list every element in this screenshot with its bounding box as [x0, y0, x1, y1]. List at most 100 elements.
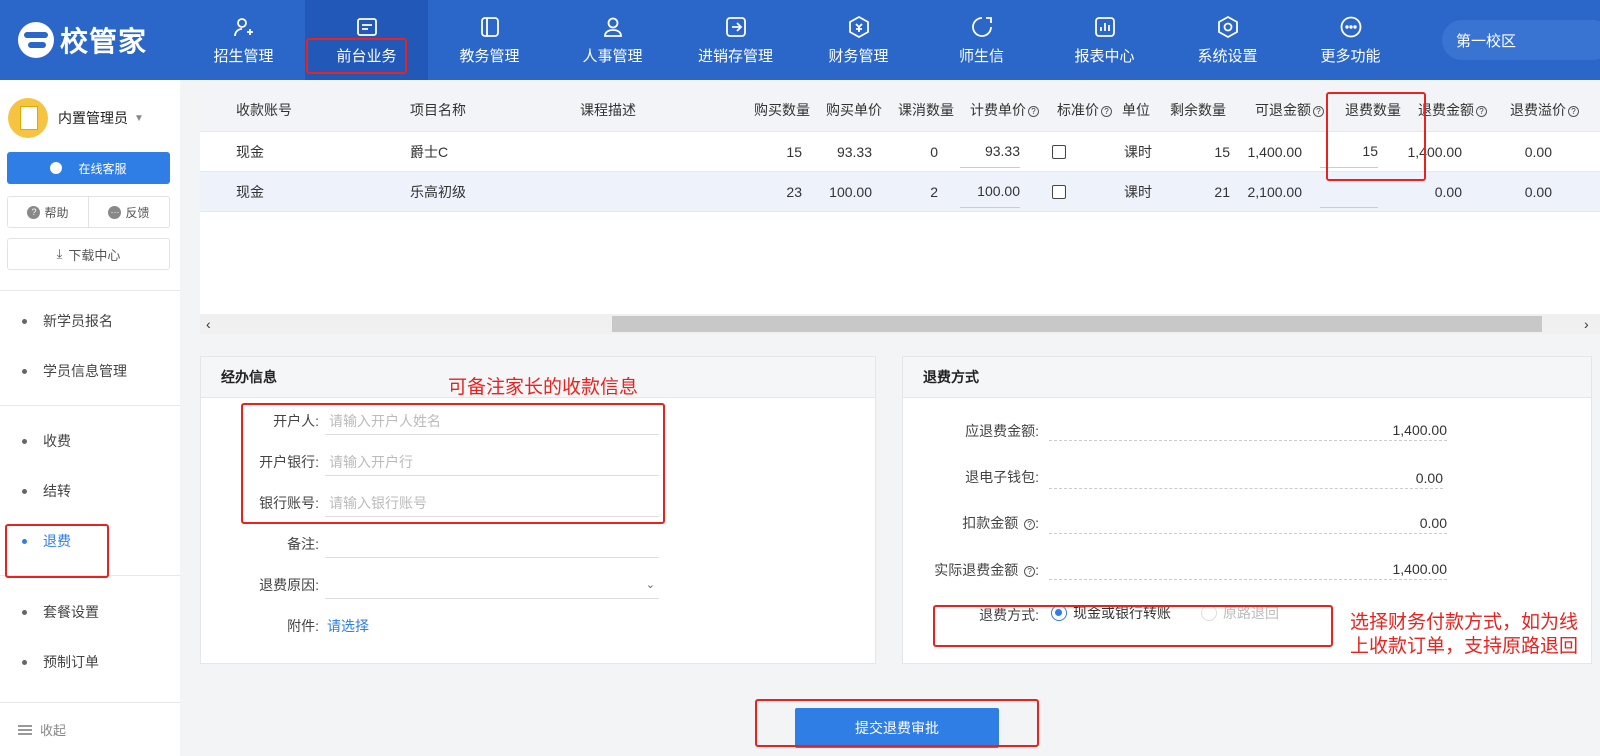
col-header: 单位	[1122, 102, 1150, 118]
sidebar-item-transfer[interactable]: 结转	[0, 466, 180, 516]
wallet-refund-label: 退电子钱包:	[965, 469, 1039, 485]
sidebar-item-charge[interactable]: 收费	[0, 416, 180, 466]
nav-item-reports[interactable]: 报表中心	[1043, 0, 1166, 80]
col-header-label: 计费单价	[970, 102, 1026, 118]
cell-premium: 0.00	[1524, 144, 1552, 160]
sidebar-item-new-student[interactable]: 新学员报名	[0, 296, 180, 346]
col-header-with-help: 计费单价?	[970, 88, 1039, 132]
help-icon[interactable]: ?	[1024, 566, 1036, 577]
cell-used-qty: 2	[930, 184, 938, 200]
panel-title: 退费方式	[903, 357, 1591, 398]
logo-icon	[18, 22, 54, 58]
nav-label: 进销存管理	[697, 47, 773, 65]
actual-refund-value: 1,400.00	[1049, 558, 1447, 580]
user-plus-icon	[232, 15, 256, 39]
chat-icon	[970, 15, 994, 39]
nav-label: 系统设置	[1197, 47, 1258, 65]
cell-buy-price: 100.00	[829, 184, 872, 200]
bullet-icon	[22, 318, 27, 324]
feedback-button[interactable]: ··· 反馈	[89, 197, 169, 227]
collapse-button[interactable]: 收起	[18, 720, 66, 739]
due-amount-label: 应退费金额:	[965, 423, 1039, 439]
col-header-with-help: 可退金额?	[1255, 88, 1324, 132]
nav-item-finance[interactable]: 财务管理	[797, 0, 920, 80]
col-header: 购买单价	[826, 102, 882, 118]
avatar	[8, 98, 48, 138]
sidebar-item-package[interactable]: 套餐设置	[0, 587, 180, 637]
nav-item-more[interactable]: 更多功能	[1289, 0, 1412, 80]
remark-input[interactable]	[325, 532, 659, 558]
help-feedback-row: ? 帮助 ··· 反馈	[7, 196, 170, 228]
chevron-down-icon: ⌄	[645, 579, 655, 591]
help-icon[interactable]: ?	[1101, 106, 1112, 117]
divider	[0, 405, 180, 406]
ellipsis-icon: ···	[108, 205, 122, 219]
cell-buy-price: 93.33	[836, 144, 872, 160]
nav-item-inventory[interactable]: 进销存管理	[674, 0, 797, 80]
help-button[interactable]: ? 帮助	[8, 197, 89, 227]
bill-price-input[interactable]: 100.00	[960, 176, 1020, 208]
help-icon[interactable]: ?	[1028, 106, 1039, 117]
nav-item-recruit[interactable]: 招生管理	[182, 0, 305, 80]
nav-label: 报表中心	[1074, 47, 1135, 65]
more-icon	[1339, 15, 1363, 39]
refund-reason-select[interactable]: ⌄	[325, 573, 659, 599]
col-header-with-help: 标准价?	[1057, 88, 1112, 132]
actual-refund-label-row: 实际退费金额 ?:	[934, 562, 1039, 578]
app-logo[interactable]: 校管家	[18, 20, 147, 60]
cell-account: 现金	[236, 184, 264, 200]
deduct-amount-label: 扣款金额	[962, 515, 1019, 531]
cell-used-qty: 0	[930, 144, 938, 160]
nav-label: 财务管理	[828, 47, 889, 65]
nav-item-messages[interactable]: 师生信	[920, 0, 1043, 80]
help-icon[interactable]: ?	[1313, 106, 1324, 117]
attachment-select-link[interactable]: 请选择	[327, 616, 369, 636]
help-icon[interactable]: ?	[1024, 519, 1036, 530]
cell-item: 爵士C	[410, 144, 449, 160]
annotation-box	[755, 699, 1039, 747]
online-service-label: 在线客服	[78, 161, 127, 176]
divider	[0, 290, 180, 291]
sidebar-item-student-info[interactable]: 学员信息管理	[0, 346, 180, 396]
nav-label: 招生管理	[213, 47, 274, 65]
help-icon[interactable]: ?	[1476, 106, 1487, 117]
wallet-refund-value: 0.00	[1049, 467, 1443, 489]
cell-buy-qty: 23	[786, 184, 802, 200]
remark-label: 备注:	[287, 536, 319, 552]
scroll-right-icon[interactable]: ›	[1584, 314, 1589, 334]
chart-icon	[1093, 15, 1117, 39]
annotation-box	[241, 403, 665, 524]
help-icon[interactable]: ?	[1568, 106, 1579, 117]
col-header: 课程描述	[580, 102, 636, 118]
attachment-label: 附件:	[287, 618, 319, 634]
sidebar-item-label: 套餐设置	[43, 604, 99, 620]
sidebar: 内置管理员 ▼ 在线客服 ? 帮助 ··· 反馈 ⤓ 下载中心 新学员报名 学员信息…	[0, 80, 180, 756]
download-center-button[interactable]: ⤓ 下载中心	[7, 238, 170, 270]
cell-refundable: 2,100.00	[1247, 184, 1303, 200]
user-menu[interactable]: 内置管理员 ▼	[8, 98, 144, 138]
cell-item: 乐高初级	[410, 184, 466, 200]
cell-refundable: 1,400.00	[1247, 144, 1303, 160]
horizontal-scrollbar[interactable]: ‹ ›	[200, 314, 1600, 334]
collapse-label: 收起	[40, 723, 67, 738]
sidebar-item-preorder[interactable]: 预制订单	[0, 637, 180, 687]
bill-price-input[interactable]: 93.33	[960, 136, 1020, 168]
col-header: 课消数量	[898, 102, 954, 118]
nav-item-academic[interactable]: 教务管理	[428, 0, 551, 80]
help-label: 帮助	[44, 205, 69, 220]
top-nav-bar: 校管家 招生管理 前台业务 教务管理 人事管理 进销存管理 财务管理 师生信 报…	[0, 0, 1600, 80]
nav-item-settings[interactable]: 系统设置	[1166, 0, 1289, 80]
campus-select[interactable]: 第一校区	[1442, 20, 1600, 60]
online-service-button[interactable]: 在线客服	[7, 152, 170, 184]
standard-price-checkbox[interactable]	[1052, 145, 1066, 159]
cell-remain: 15	[1214, 144, 1230, 160]
nav-label: 人事管理	[582, 47, 643, 65]
download-label: 下载中心	[68, 247, 121, 263]
campus-label: 第一校区	[1456, 32, 1517, 50]
standard-price-checkbox[interactable]	[1052, 185, 1066, 199]
nav-label: 教务管理	[459, 47, 520, 65]
scroll-thumb[interactable]	[612, 316, 1542, 332]
nav-item-hr[interactable]: 人事管理	[551, 0, 674, 80]
scroll-left-icon[interactable]: ‹	[206, 314, 211, 334]
deduct-amount-value: 0.00	[1049, 512, 1447, 534]
